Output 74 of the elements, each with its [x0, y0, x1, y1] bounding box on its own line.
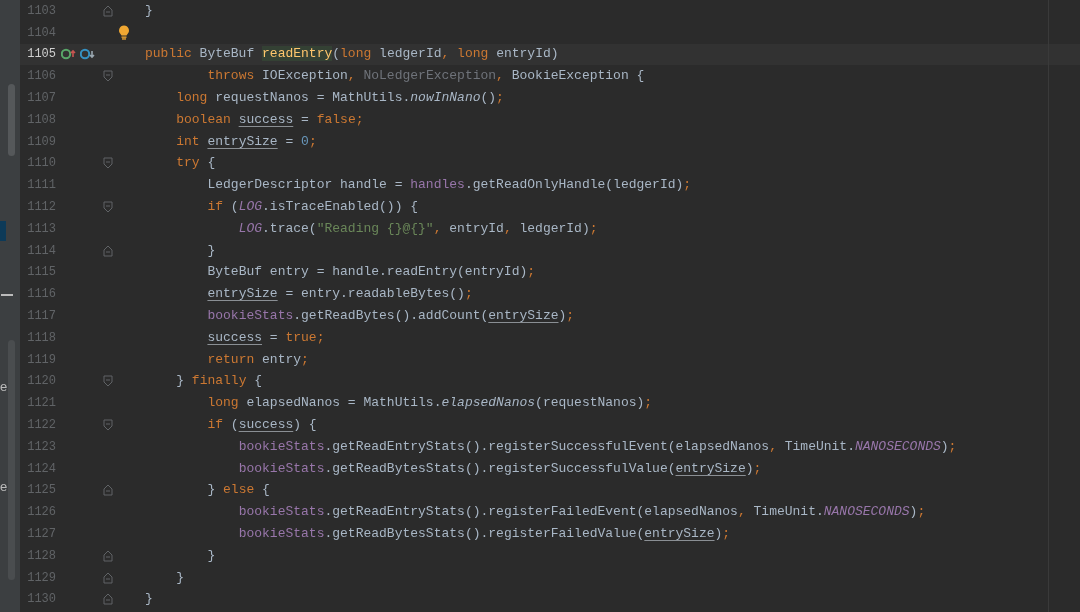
- line-number: 1121: [26, 395, 56, 413]
- code-line: }: [206, 241, 216, 260]
- line-number: 1126: [26, 504, 56, 522]
- line-number: 1118: [26, 329, 56, 347]
- code-line: if (LOG.isTraceEnabled()) {: [206, 198, 419, 217]
- line-number: 1116: [26, 286, 56, 304]
- code-line: long requestNanos = MathUtils.nowInNano();: [175, 89, 504, 108]
- line-number: 1120: [26, 373, 56, 391]
- code-line: bookieStats.getReadBytes().addCount(entrySize);: [206, 307, 575, 326]
- implementing-method-icon[interactable]: [61, 48, 77, 61]
- fold-icon[interactable]: [103, 549, 113, 562]
- code-line: boolean success = false;: [175, 110, 364, 129]
- line-number: 1119: [26, 351, 56, 369]
- line-number: 1105: [26, 46, 56, 64]
- code-line: success = true;: [206, 328, 325, 347]
- line-number: 1103: [26, 2, 56, 20]
- line-number: 1128: [26, 547, 56, 565]
- code-line: LOG.trace("Reading {}@{}", entryId, ledgerId);: [237, 219, 598, 238]
- line-number: 1122: [26, 417, 56, 435]
- line-number: 1117: [26, 308, 56, 326]
- code-line: int entrySize = 0;: [175, 132, 317, 151]
- fold-icon[interactable]: [103, 244, 113, 257]
- selection-marker: [0, 221, 6, 241]
- code-line: entrySize = entry.readableBytes();: [206, 285, 473, 304]
- line-number: 1127: [26, 526, 56, 543]
- code-line: return entry;: [206, 350, 309, 369]
- code-line: ByteBuf entry = handle.readEntry(entryId);: [206, 263, 536, 282]
- line-number: 1125: [26, 482, 56, 500]
- code-line: LedgerDescriptor handle = handles.getReadOnlyHandle(ledgerId);: [206, 176, 692, 195]
- line-number: 1104: [26, 24, 56, 42]
- line-number: 1130: [26, 591, 56, 609]
- fold-icon[interactable]: [103, 484, 113, 497]
- overridden-method-icon[interactable]: [80, 48, 96, 61]
- code-line: throws IOException, NoLedgerException, BookieException {: [206, 67, 645, 86]
- line-number: 1110: [26, 155, 56, 173]
- code-line: } finally {: [175, 372, 263, 391]
- lightbulb-icon[interactable]: [118, 25, 130, 41]
- line-number: 1123: [26, 438, 56, 456]
- line-number: 1114: [26, 242, 56, 260]
- code-line: bookieStats.getReadBytesStats().registerSuccessfulValue(entrySize);: [237, 459, 762, 478]
- fold-icon[interactable]: [103, 419, 113, 432]
- code-line: if (success) {: [206, 416, 317, 435]
- line-number: 1124: [26, 460, 56, 478]
- line-number: 1115: [26, 264, 56, 282]
- line-number: 1107: [26, 90, 56, 108]
- line-number: 1111: [26, 177, 56, 195]
- code-line: }: [145, 1, 153, 20]
- fold-icon[interactable]: [103, 4, 113, 17]
- fold-icon[interactable]: [103, 70, 113, 83]
- code-line: bookieStats.getReadBytesStats().registerFailedValue(entrySize);: [237, 525, 731, 543]
- fold-icon[interactable]: [103, 593, 113, 606]
- dash-icon: [1, 294, 13, 296]
- line-number: 1109: [26, 133, 56, 151]
- line-number: 1108: [26, 111, 56, 129]
- fold-icon[interactable]: [103, 201, 113, 214]
- code-line: }: [206, 546, 216, 565]
- cut-label: e: [0, 478, 8, 496]
- cut-label: e: [0, 378, 8, 396]
- code-line: }: [175, 568, 185, 587]
- code-line: public ByteBuf readEntry(long ledgerId, long entryId): [145, 45, 559, 64]
- code-line: bookieStats.getReadEntryStats().registerFailedEvent(elapsedNanos, TimeUnit.NANOSECONDS);: [237, 503, 926, 522]
- scrollbar-thumb[interactable]: [8, 84, 15, 156]
- fold-icon[interactable]: [103, 375, 113, 388]
- code-line: bookieStats.getReadEntryStats().registerSuccessfulEvent(elapsedNanos, TimeUnit.NANOSECONDS);: [237, 437, 957, 456]
- code-line: long elapsedNanos = MathUtils.elapsedNanos(requestNanos);: [206, 394, 653, 413]
- code-line: try {: [175, 154, 216, 173]
- line-number: 1129: [26, 569, 56, 587]
- fold-icon[interactable]: [103, 157, 113, 170]
- line-number: 1113: [26, 220, 56, 238]
- line-number: 1112: [26, 199, 56, 217]
- fold-icon[interactable]: [103, 571, 113, 584]
- code-line: }: [145, 590, 153, 609]
- code-line: } else {: [206, 481, 270, 500]
- line-number: 1106: [26, 68, 56, 86]
